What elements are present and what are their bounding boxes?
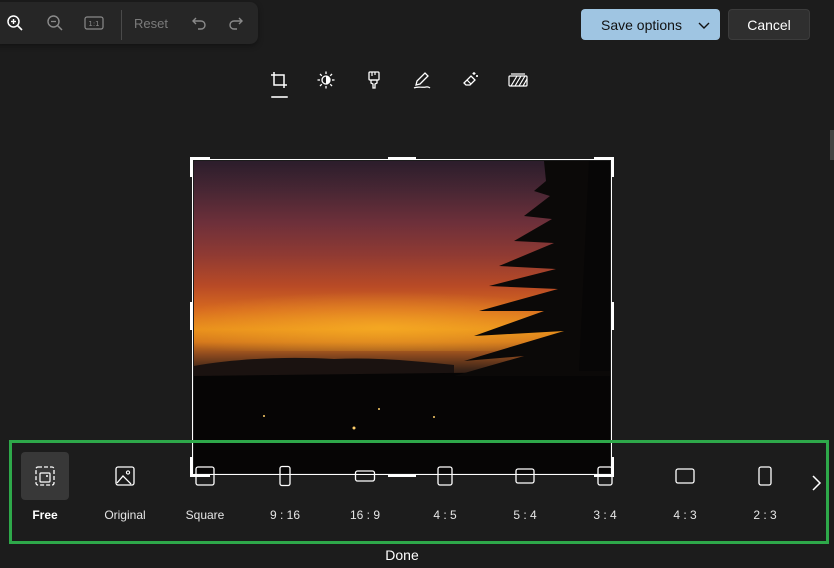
adjust-icon[interactable] [315,69,337,91]
ratio-3-4[interactable]: 3 : 4 [570,452,640,522]
ratio-label: 5 : 4 [513,508,537,522]
ratio-2-3[interactable]: 2 : 3 [730,452,800,522]
ratio-16-9[interactable]: 16 : 9 [330,452,400,522]
ratio-5-4[interactable]: 5 : 4 [490,452,560,522]
redo-icon[interactable] [225,12,247,34]
zoom-in-icon[interactable] [4,12,26,34]
crop-handle-top-right[interactable] [594,157,614,177]
crop-handle-right[interactable] [611,302,614,330]
crop-frame [192,159,612,475]
erase-icon[interactable] [459,69,481,91]
portrait-icon [741,452,789,500]
zoom-out-icon[interactable] [44,12,66,34]
toolbar-divider [121,10,122,40]
undo-icon[interactable] [188,12,210,34]
crop-icon[interactable] [268,69,290,91]
ratio-9-16[interactable]: 9 : 16 [250,452,320,522]
save-options-label: Save options [601,17,682,33]
chevron-right-icon[interactable] [806,473,826,493]
crop-handle-top-left[interactable] [190,157,210,177]
ratio-square[interactable]: Square [170,452,240,522]
scrollbar-thumb[interactable] [830,130,834,160]
ratio-label: 2 : 3 [753,508,777,522]
ratio-label: Square [185,508,225,522]
reset-button[interactable]: Reset [134,16,168,31]
landscape-icon [661,452,709,500]
crop-handle-left[interactable] [190,302,193,330]
ratio-label: Original [104,508,146,522]
ratio-label: 16 : 9 [349,508,381,522]
ratio-label: 4 : 3 [673,508,697,522]
markup-icon[interactable] [411,69,433,91]
actual-size-icon[interactable]: 1:1 [83,12,105,34]
square-icon [181,452,229,500]
ratio-free[interactable]: Free [10,452,80,522]
background-icon[interactable] [507,69,529,91]
ratio-4-5[interactable]: 4 : 5 [410,452,480,522]
ratio-4-3[interactable]: 4 : 3 [650,452,720,522]
filter-icon[interactable] [363,69,385,91]
portrait-icon [581,452,629,500]
ratio-label: 3 : 4 [593,508,617,522]
active-tab-indicator [271,96,288,98]
landscape-icon [501,452,549,500]
actual-size-text: 1:1 [88,20,99,28]
done-button[interactable]: Done [0,547,804,563]
crop-handle-top[interactable] [388,157,416,160]
zoom-toolbar: 1:1 Reset [0,2,258,44]
ratio-label: Free [32,508,58,522]
save-options-button[interactable]: Save options [581,9,720,40]
image-icon [101,452,149,500]
ratio-label: 4 : 5 [433,508,457,522]
landscape-icon [341,452,389,500]
ratio-label: 9 : 16 [269,508,301,522]
portrait-icon [421,452,469,500]
portrait-icon [261,452,309,500]
free-crop-icon [21,452,69,500]
cancel-button[interactable]: Cancel [728,9,810,40]
chevron-down-icon [698,18,710,34]
ratio-original[interactable]: Original [90,452,160,522]
